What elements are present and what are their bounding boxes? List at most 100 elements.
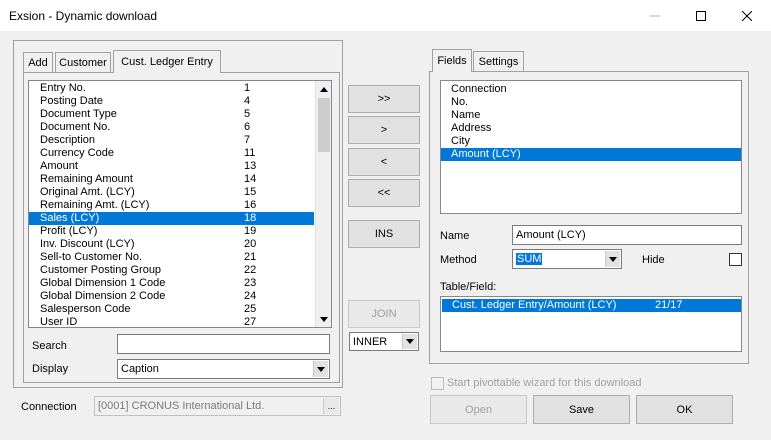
field-item-label: Connection	[451, 83, 507, 95]
list-item-number: 13	[244, 160, 257, 172]
list-item-name: User ID	[40, 316, 78, 327]
pivot-checkbox[interactable]	[431, 377, 444, 390]
list-item[interactable]: Entry No. 1	[29, 82, 314, 95]
ins-button[interactable]: INS	[348, 220, 420, 248]
chevron-down-icon[interactable]	[313, 361, 328, 377]
list-item-name: Amount	[40, 160, 78, 172]
list-item[interactable]: Description 7	[29, 134, 314, 147]
display-select[interactable]: Caption	[117, 359, 330, 379]
remove-all-button[interactable]: <<	[348, 179, 420, 207]
list-item-name: Currency Code	[40, 147, 114, 159]
maximize-button[interactable]	[678, 0, 724, 31]
list-item[interactable]: Original Amt. (LCY) 15	[29, 186, 314, 199]
list-item[interactable]: User ID 27	[29, 316, 314, 327]
join-type-select[interactable]: INNER	[349, 332, 419, 351]
list-item[interactable]: Posting Date 4	[29, 95, 314, 108]
list-item[interactable]: Inv. Discount (LCY) 20	[29, 238, 314, 251]
list-item[interactable]: Salesperson Code 25	[29, 303, 314, 316]
scroll-down-icon[interactable]	[316, 311, 332, 327]
list-item[interactable]: Sales (LCY) 18	[29, 212, 314, 225]
list-item-name: Profit (LCY)	[40, 225, 98, 237]
tab-add[interactable]: Add	[23, 52, 53, 73]
save-button[interactable]: Save	[533, 395, 630, 424]
hide-label: Hide	[642, 254, 665, 266]
field-item[interactable]: City	[441, 135, 741, 148]
list-item[interactable]: Document No. 6	[29, 121, 314, 134]
minimize-button[interactable]	[632, 0, 678, 31]
list-item-number: 14	[244, 173, 257, 185]
list-item-name: Sales (LCY)	[40, 212, 100, 224]
method-select[interactable]: SUM	[512, 249, 622, 269]
scroll-up-icon[interactable]	[316, 81, 332, 97]
field-item[interactable]: No.	[441, 96, 741, 109]
field-item[interactable]: Name	[441, 109, 741, 122]
window-title: Exsion - Dynamic download	[9, 9, 158, 23]
browse-button[interactable]: ...	[323, 398, 339, 414]
close-button[interactable]	[724, 0, 770, 31]
name-input[interactable]: Amount (LCY)	[512, 225, 742, 245]
tab-cust-ledger-entry[interactable]: Cust. Ledger Entry	[113, 50, 221, 73]
list-item-number: 20	[244, 238, 257, 250]
list-item-name: Original Amt. (LCY)	[40, 186, 135, 198]
tab-fields[interactable]: Fields	[432, 49, 472, 72]
open-button[interactable]: Open	[430, 395, 527, 424]
entry-scrollbar[interactable]	[315, 81, 331, 327]
entry-listbox[interactable]: Entry No. 1 Posting Date 4 Document Type 5 Doc…	[28, 80, 332, 328]
list-item-number: 27	[244, 316, 257, 327]
list-item-number: 1	[244, 82, 251, 94]
display-value: Caption	[121, 363, 159, 375]
list-item[interactable]: Remaining Amt. (LCY) 16	[29, 199, 314, 212]
list-item-name: Salesperson Code	[40, 303, 131, 315]
list-item-number: 25	[244, 303, 257, 315]
list-item-number: 18	[244, 212, 257, 224]
field-item[interactable]: Amount (LCY)	[441, 148, 741, 161]
field-item[interactable]: Connection	[441, 83, 741, 96]
entry-rows: Entry No. 1 Posting Date 4 Document Type 5 Doc…	[29, 82, 314, 327]
list-item-name: Entry No.	[40, 82, 86, 94]
table-field-listbox[interactable]: Cust. Ledger Entry/Amount (LCY) 21/17	[440, 296, 742, 352]
list-item-number: 16	[244, 199, 257, 211]
join-type-value: INNER	[353, 335, 388, 348]
list-item-number: 4	[244, 95, 251, 107]
tab-settings[interactable]: Settings	[473, 51, 524, 72]
list-item-name: Customer Posting Group	[40, 264, 162, 276]
join-button[interactable]: JOIN	[348, 300, 420, 328]
list-item-number: 19	[244, 225, 257, 237]
ok-button[interactable]: OK	[636, 395, 733, 424]
list-item[interactable]: Customer Posting Group 22	[29, 264, 314, 277]
list-item[interactable]: Remaining Amount 14	[29, 173, 314, 186]
field-item-label: City	[451, 135, 470, 147]
hide-checkbox[interactable]	[729, 253, 742, 266]
list-item-name: Global Dimension 1 Code	[40, 277, 166, 289]
list-item-number: 21	[244, 251, 257, 263]
close-icon	[742, 10, 752, 21]
field-rows: Connection No. Name Address City Amount (LCY)	[441, 83, 741, 213]
list-item-number: 6	[244, 121, 251, 133]
list-item[interactable]: Currency Code 11	[29, 147, 314, 160]
list-item-number: 7	[244, 134, 251, 146]
list-item[interactable]: Global Dimension 1 Code 23	[29, 277, 314, 290]
chevron-down-icon[interactable]	[605, 251, 620, 267]
list-item[interactable]: Document Type 5	[29, 108, 314, 121]
chevron-down-icon[interactable]	[402, 334, 417, 349]
add-all-button[interactable]: >>	[348, 85, 420, 113]
scroll-thumb[interactable]	[318, 98, 330, 152]
list-item[interactable]: Global Dimension 2 Code 24	[29, 290, 314, 303]
fields-listbox[interactable]: Connection No. Name Address City Amount (LCY)	[440, 80, 742, 214]
remove-button[interactable]: <	[348, 148, 420, 176]
table-field-row[interactable]: Cust. Ledger Entry/Amount (LCY) 21/17	[442, 299, 741, 312]
display-label: Display	[32, 363, 69, 375]
list-item[interactable]: Profit (LCY) 19	[29, 225, 314, 238]
list-item-name: Inv. Discount (LCY)	[40, 238, 135, 250]
connection-value: [0001] CRONUS International Ltd.	[98, 400, 265, 412]
connection-label: Connection	[21, 401, 77, 413]
method-label: Method	[440, 254, 477, 266]
list-item[interactable]: Sell-to Customer No. 21	[29, 251, 314, 264]
search-input[interactable]	[117, 334, 330, 354]
name-label: Name	[440, 230, 470, 242]
list-item[interactable]: Amount 13	[29, 160, 314, 173]
add-button[interactable]: >	[348, 116, 420, 144]
tab-customer[interactable]: Customer	[55, 52, 111, 73]
list-item-name: Posting Date	[40, 95, 103, 107]
field-item[interactable]: Address	[441, 122, 741, 135]
